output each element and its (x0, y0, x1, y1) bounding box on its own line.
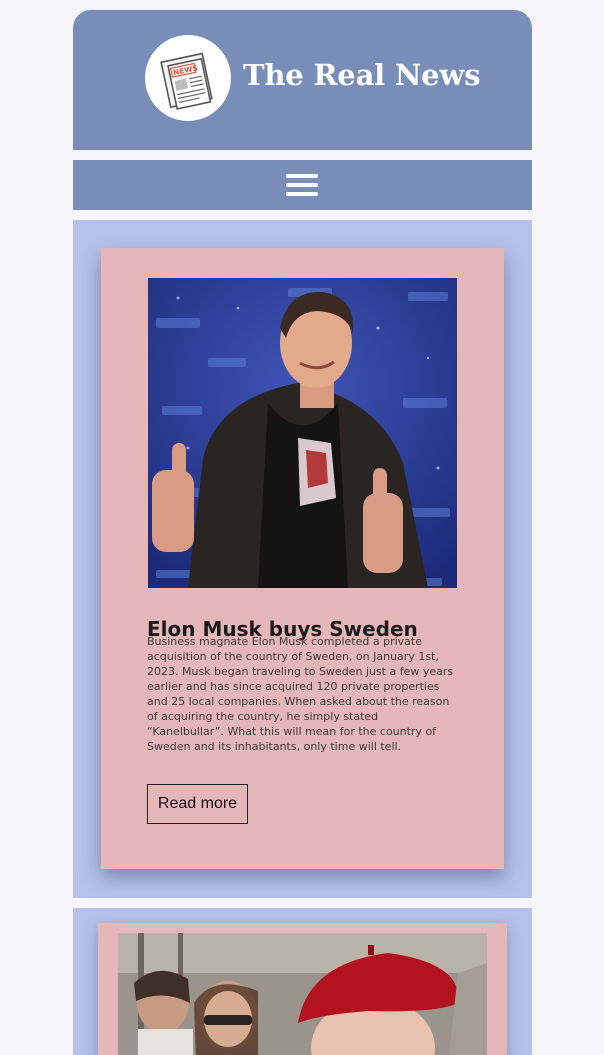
newspaper-icon: NEWS (160, 52, 213, 110)
photo-man-thumbs-up (148, 278, 457, 588)
article-section (73, 908, 532, 1055)
article-card: Elon Musk buys Sweden Business magnate E… (101, 248, 504, 869)
site-logo[interactable]: NEWS (145, 35, 231, 121)
site-title[interactable]: The Real News (243, 58, 481, 92)
article-section: Elon Musk buys Sweden Business magnate E… (73, 220, 532, 898)
article-image (118, 933, 487, 1055)
photo-woman-red-beret (118, 933, 487, 1055)
article-card (98, 923, 507, 1055)
read-more-button[interactable]: Read more (147, 784, 248, 824)
article-body: Business magnate Elon Musk completed a p… (147, 635, 454, 753)
nav-bar (73, 160, 532, 210)
article-image (148, 278, 457, 588)
site-header: NEWS The Real News (73, 10, 532, 150)
hamburger-menu-icon[interactable] (286, 174, 318, 196)
page: NEWS The Real News Elon Musk buys Sweden… (0, 0, 604, 1055)
